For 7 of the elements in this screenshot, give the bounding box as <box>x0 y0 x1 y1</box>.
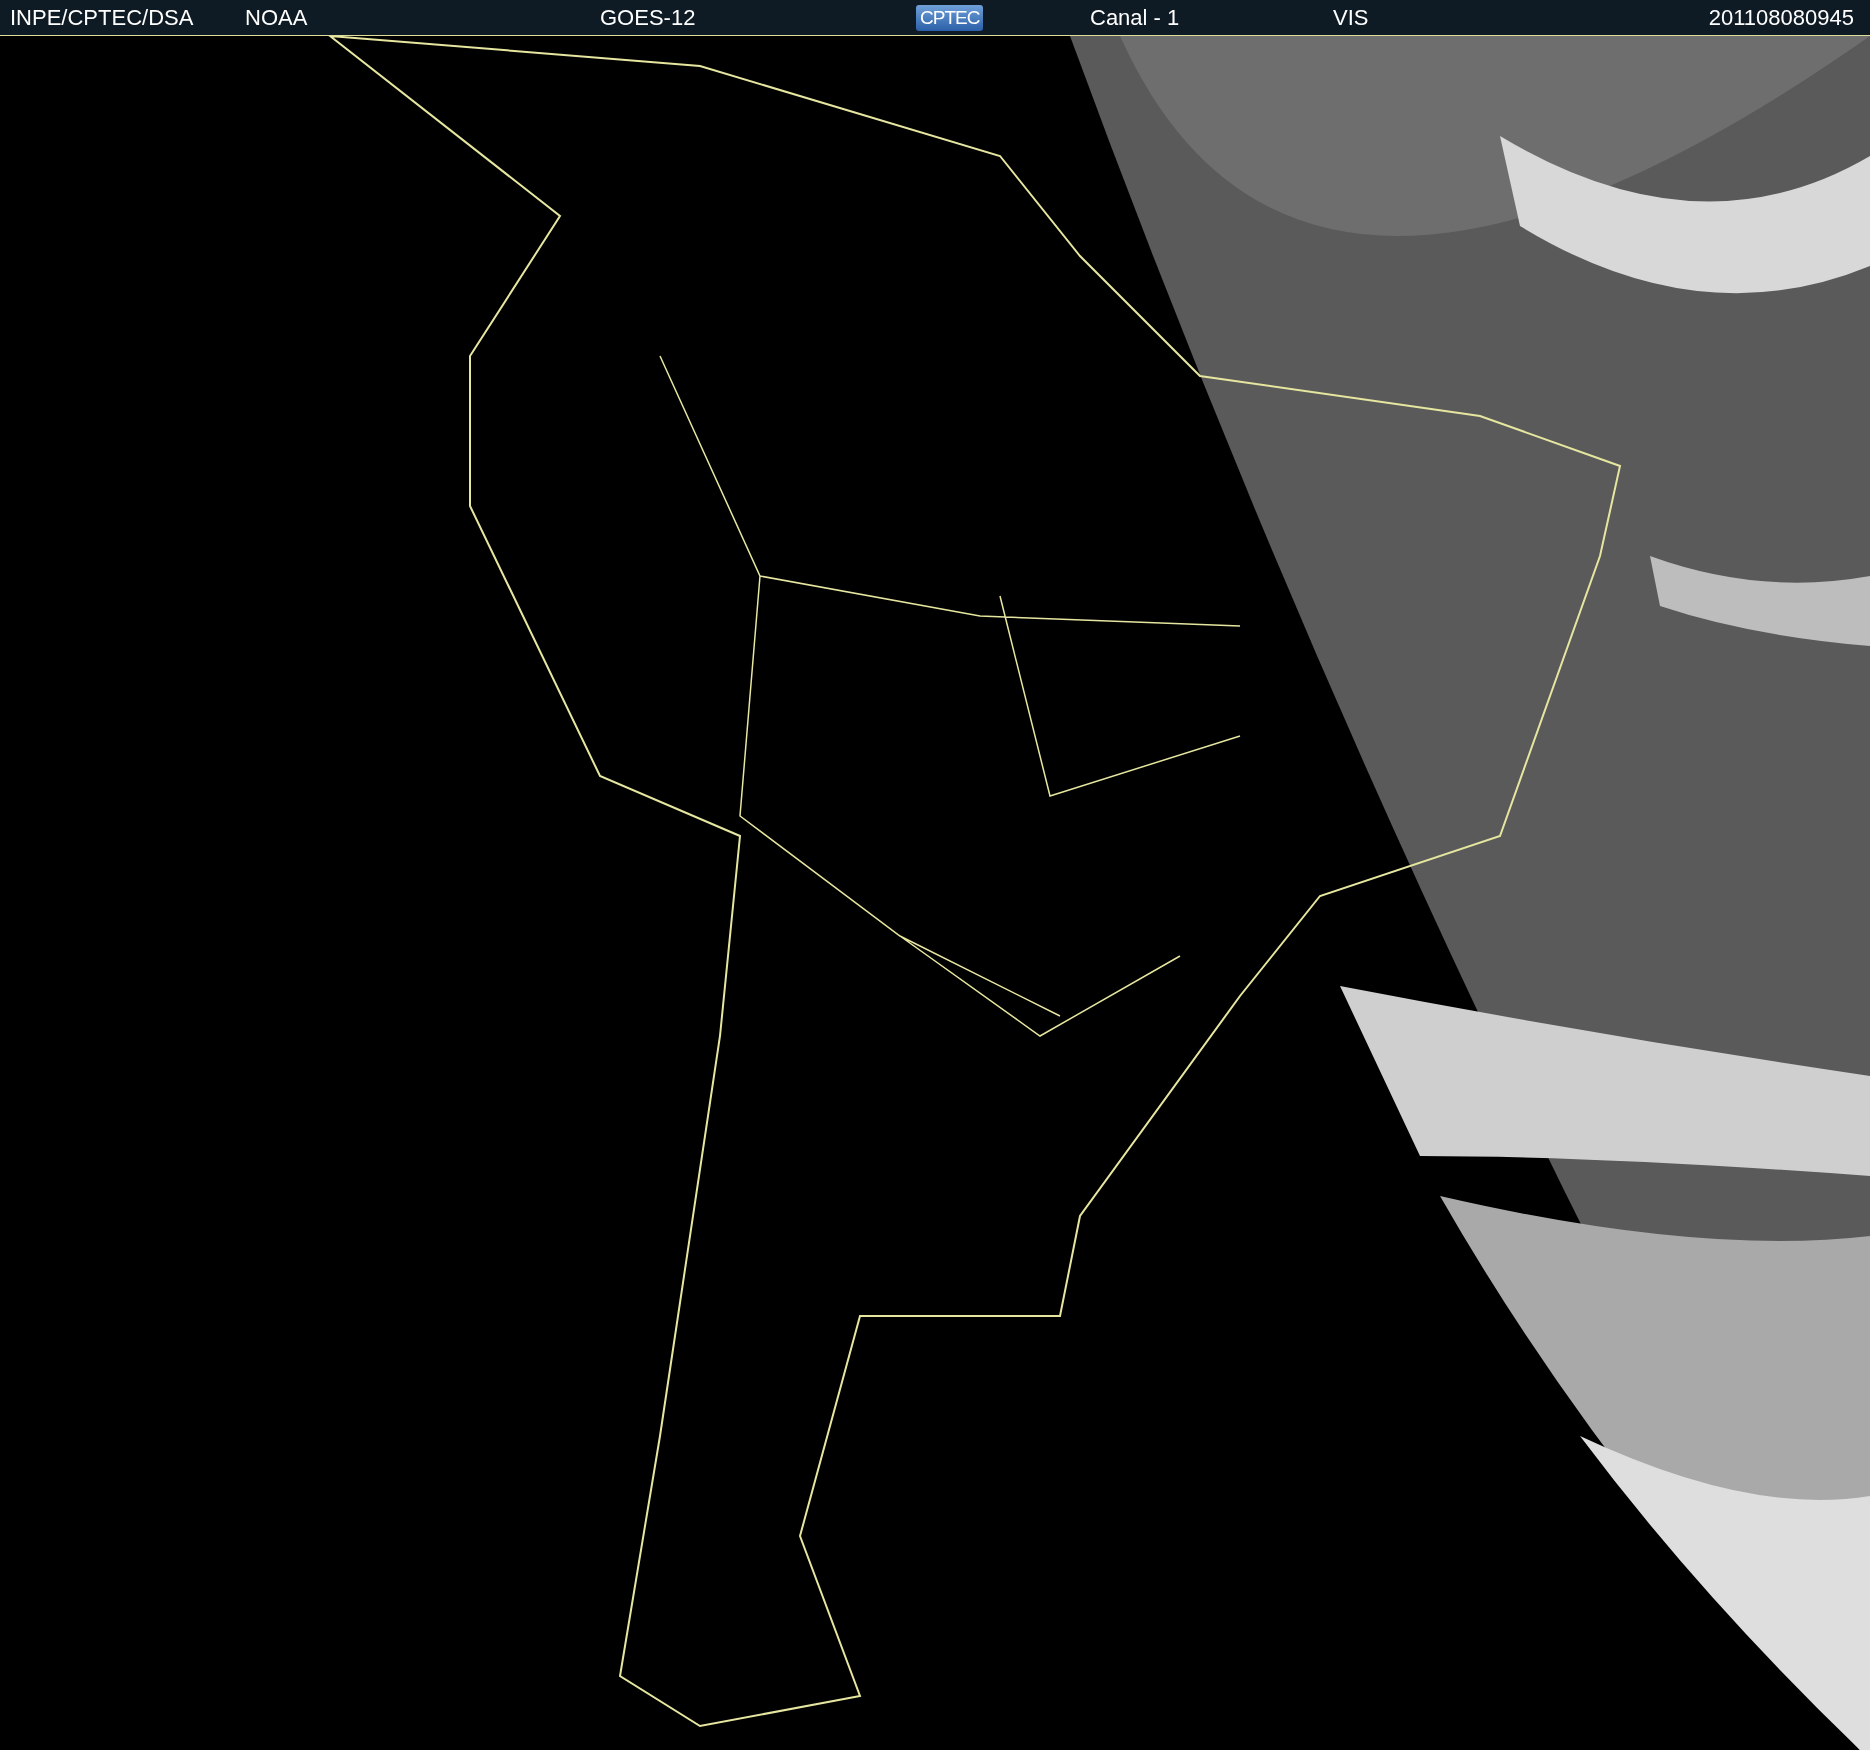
timestamp-label: 201108080945 <box>1708 4 1855 31</box>
agency-label: NOAA <box>245 4 309 31</box>
band-label: VIS <box>1333 4 1370 31</box>
satellite-label: GOES-12 <box>600 4 697 31</box>
logo: CPTEC <box>916 4 984 31</box>
channel-label: Canal - 1 <box>1090 4 1181 31</box>
source-label: INPE/CPTEC/DSA <box>9 4 195 31</box>
